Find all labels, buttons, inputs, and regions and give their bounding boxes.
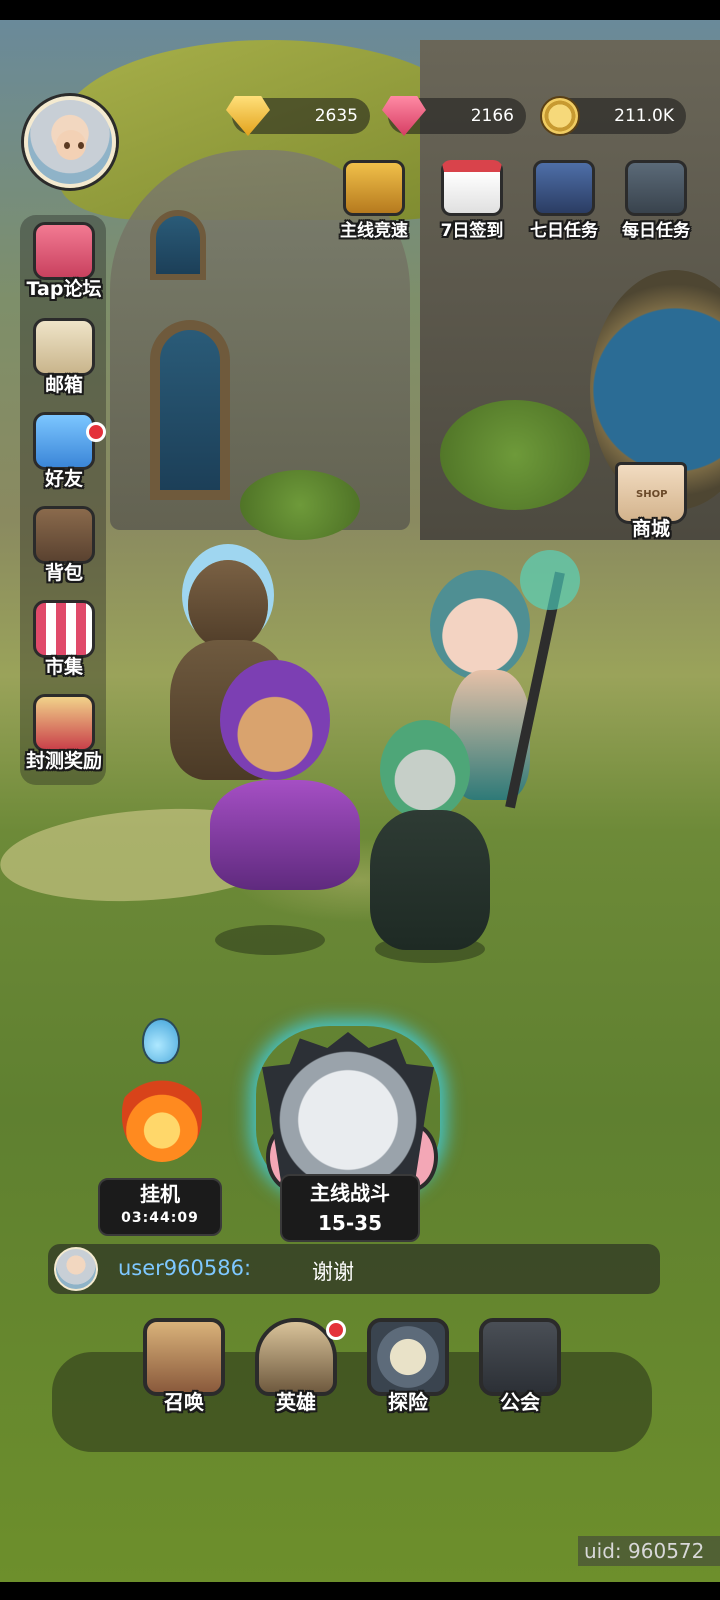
main-battle-stage: 15-35 — [318, 1211, 382, 1235]
event-daily-tasks[interactable]: 每日任务 — [616, 160, 696, 242]
sidebar-item-beta-rewards[interactable]: 封测奖励 — [14, 694, 114, 782]
sidebar-item-backpack[interactable]: 背包 — [14, 506, 114, 594]
avatar-eye — [78, 142, 84, 149]
nav-guild[interactable]: 公会 — [470, 1318, 570, 1430]
sidebar-item-label: 好友 — [44, 468, 83, 490]
bush — [240, 470, 360, 540]
sidebar-item-label: 封测奖励 — [25, 750, 102, 772]
nav-summon-label: 召唤 — [164, 1390, 204, 1414]
event-7day-signin[interactable]: 7日签到 — [432, 160, 512, 242]
hero-shadow — [215, 925, 325, 955]
gold-coin-icon — [540, 96, 580, 136]
sidebar-item-forum[interactable]: Tap论坛 — [14, 222, 114, 310]
nav-summon[interactable]: 召唤 — [134, 1318, 234, 1430]
player-avatar[interactable] — [24, 96, 116, 188]
chat-username: user960586: — [118, 1256, 252, 1280]
sidebar-item-label: Tap论坛 — [26, 278, 102, 300]
chat-ticker[interactable]: user960586: 谢谢 — [48, 1244, 660, 1294]
status-bar — [0, 0, 720, 20]
sidebar-item-label: 邮箱 — [44, 374, 83, 396]
nav-adventure-label: 探险 — [388, 1390, 428, 1414]
hero-thorn-witch[interactable] — [350, 710, 510, 960]
nav-adventure[interactable]: 探险 — [358, 1318, 458, 1430]
chat-message: 谢谢 — [312, 1260, 354, 1284]
event-main-race[interactable]: 主线竞速 — [334, 160, 414, 242]
idle-label: 挂机 — [140, 1182, 180, 1206]
helmet-icon — [533, 160, 595, 216]
chat-bubble-icon — [33, 222, 95, 280]
event-main-race-label: 主线竞速 — [340, 221, 408, 241]
main-battle-button[interactable]: 主线战斗 15-35 — [280, 1174, 420, 1242]
event-7day-tasks[interactable]: 七日任务 — [524, 160, 604, 242]
campfire-icon[interactable] — [122, 1072, 202, 1162]
idle-button[interactable]: 挂机 03:44:09 — [98, 1178, 222, 1236]
potion-icon[interactable] — [142, 1018, 180, 1064]
event-daily-tasks-label: 每日任务 — [622, 221, 690, 241]
event-7day-signin-label: 7日签到 — [440, 221, 504, 241]
market-stall-icon — [33, 600, 95, 658]
gift-icon — [33, 694, 95, 752]
calendar-icon — [441, 160, 503, 216]
shop-label: 商城 — [631, 518, 670, 540]
house-window — [150, 210, 206, 280]
hero-crest-icon — [255, 1318, 337, 1396]
event-7day-tasks-label: 七日任务 — [530, 221, 598, 241]
shop-tag: SHOP — [636, 489, 668, 500]
bush — [440, 400, 590, 510]
shop-button[interactable]: SHOP 商城 — [608, 462, 694, 554]
envelope-icon — [33, 318, 95, 376]
sidebar-item-label: 背包 — [44, 562, 83, 584]
compass-icon — [367, 1318, 449, 1396]
heroes-notification-badge — [326, 1320, 346, 1340]
main-battle-label: 主线战斗 — [310, 1181, 390, 1205]
backpack-icon — [33, 506, 95, 564]
task-board-icon — [625, 160, 687, 216]
chat-avatar — [54, 1247, 98, 1291]
summon-helmet-icon — [143, 1318, 225, 1396]
friends-icon — [33, 412, 95, 470]
friends-notification-badge — [86, 422, 106, 442]
guild-star-icon — [479, 1318, 561, 1396]
sidebar-item-label: 市集 — [44, 656, 83, 678]
idle-timer: 03:44:09 — [121, 1210, 199, 1226]
uid-label: uid: 960572 — [578, 1536, 720, 1566]
trophy-icon — [343, 160, 405, 216]
nav-heroes-label: 英雄 — [276, 1390, 316, 1414]
navigation-bar — [0, 1582, 720, 1600]
house-door — [150, 320, 230, 500]
avatar-eye — [64, 142, 70, 149]
sidebar-item-market[interactable]: 市集 — [14, 600, 114, 688]
sidebar-item-mail[interactable]: 邮箱 — [14, 318, 114, 406]
nav-guild-label: 公会 — [500, 1390, 540, 1414]
